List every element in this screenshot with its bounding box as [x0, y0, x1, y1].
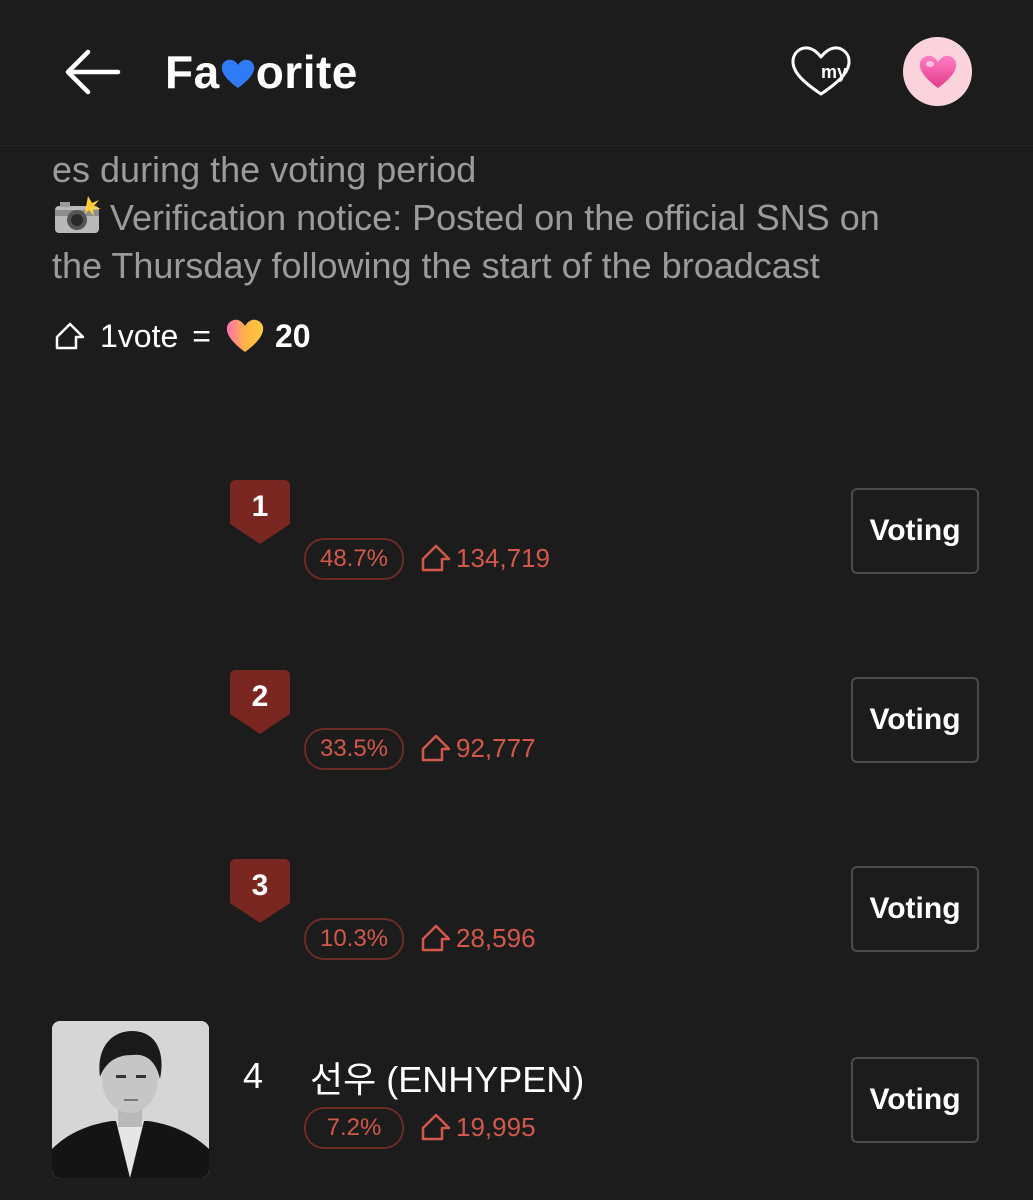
notice-line-2: Verification notice: Posted on the offic…	[52, 194, 1012, 242]
rank-number: 4	[243, 1055, 264, 1096]
gradient-heart-icon	[226, 319, 264, 352]
vote-count: 28,596	[420, 918, 536, 958]
notice-line-1: es during the voting period	[52, 149, 477, 190]
vote-count: 134,719	[420, 538, 550, 578]
vote-count-value: 19,995	[456, 1111, 536, 1142]
ticket-icon	[421, 1113, 451, 1141]
ticket-icon	[421, 734, 451, 762]
ticket-icon	[421, 544, 451, 572]
candidate-photo[interactable]	[52, 1021, 209, 1178]
equals-sign: =	[192, 317, 211, 354]
vote-percent: 48.7%	[304, 538, 404, 580]
logo-prefix: Fa	[165, 46, 220, 98]
vote-count-value: 92,777	[456, 732, 536, 763]
vote-count-value: 28,596	[456, 922, 536, 953]
notice-line-3: the Thursday following the start of the …	[52, 245, 820, 286]
vote-percent: 7.2%	[304, 1107, 404, 1149]
heart-outline-icon: my	[791, 46, 851, 96]
voting-button[interactable]: Voting	[851, 866, 979, 952]
profile-avatar-button[interactable]	[903, 37, 972, 106]
ticket-icon	[421, 924, 451, 952]
app-logo: Fa orite	[165, 44, 358, 100]
ticket-icon	[55, 322, 85, 350]
my-label: my	[821, 62, 847, 82]
ranking-row-1: 1 48.7% 134,719 Voting	[0, 480, 1033, 580]
rank-number: 3	[251, 869, 269, 902]
ranking-row-3: 3 10.3% 28,596 Voting	[0, 859, 1033, 960]
back-arrow-icon[interactable]	[64, 46, 122, 98]
voting-button[interactable]: Voting	[851, 677, 979, 763]
vote-rate: 1vote = 20	[54, 314, 311, 358]
vote-percent: 33.5%	[304, 728, 404, 770]
voting-notice: es during the voting period Verification…	[52, 146, 1012, 290]
rank-badge: 1	[228, 480, 292, 546]
logo-suffix: orite	[255, 46, 358, 98]
candidate-name: 선우 (ENHYPEN)	[310, 1059, 585, 1100]
rank-number: 2	[251, 680, 269, 713]
ranking-row-2: 2 33.5% 92,777 Voting	[0, 670, 1033, 770]
vote-rate-amount: 20	[274, 317, 311, 354]
vote-count: 19,995	[420, 1107, 536, 1147]
vote-percent: 10.3%	[304, 918, 404, 960]
ranking-row-4: 4 선우 (ENHYPEN) 7.2% 19,995 Voting	[0, 1021, 1033, 1181]
voting-button[interactable]: Voting	[851, 488, 979, 574]
notice-line-2-text: Verification notice: Posted on the offic…	[110, 197, 880, 238]
rank-badge: 2	[228, 670, 292, 736]
blue-heart-icon	[221, 59, 254, 88]
rank-badge: 3	[228, 859, 292, 925]
my-heart-button[interactable]: my	[788, 44, 854, 98]
rank-number: 1	[251, 490, 269, 523]
pink-heart-icon	[919, 55, 956, 88]
voting-button[interactable]: Voting	[851, 1057, 979, 1143]
vote-count: 92,777	[420, 728, 536, 768]
vote-rate-label: 1vote	[100, 317, 179, 354]
vote-count-value: 134,719	[456, 542, 550, 573]
camera-flash-icon	[55, 196, 101, 233]
top-bar: Fa orite my	[0, 0, 1033, 146]
